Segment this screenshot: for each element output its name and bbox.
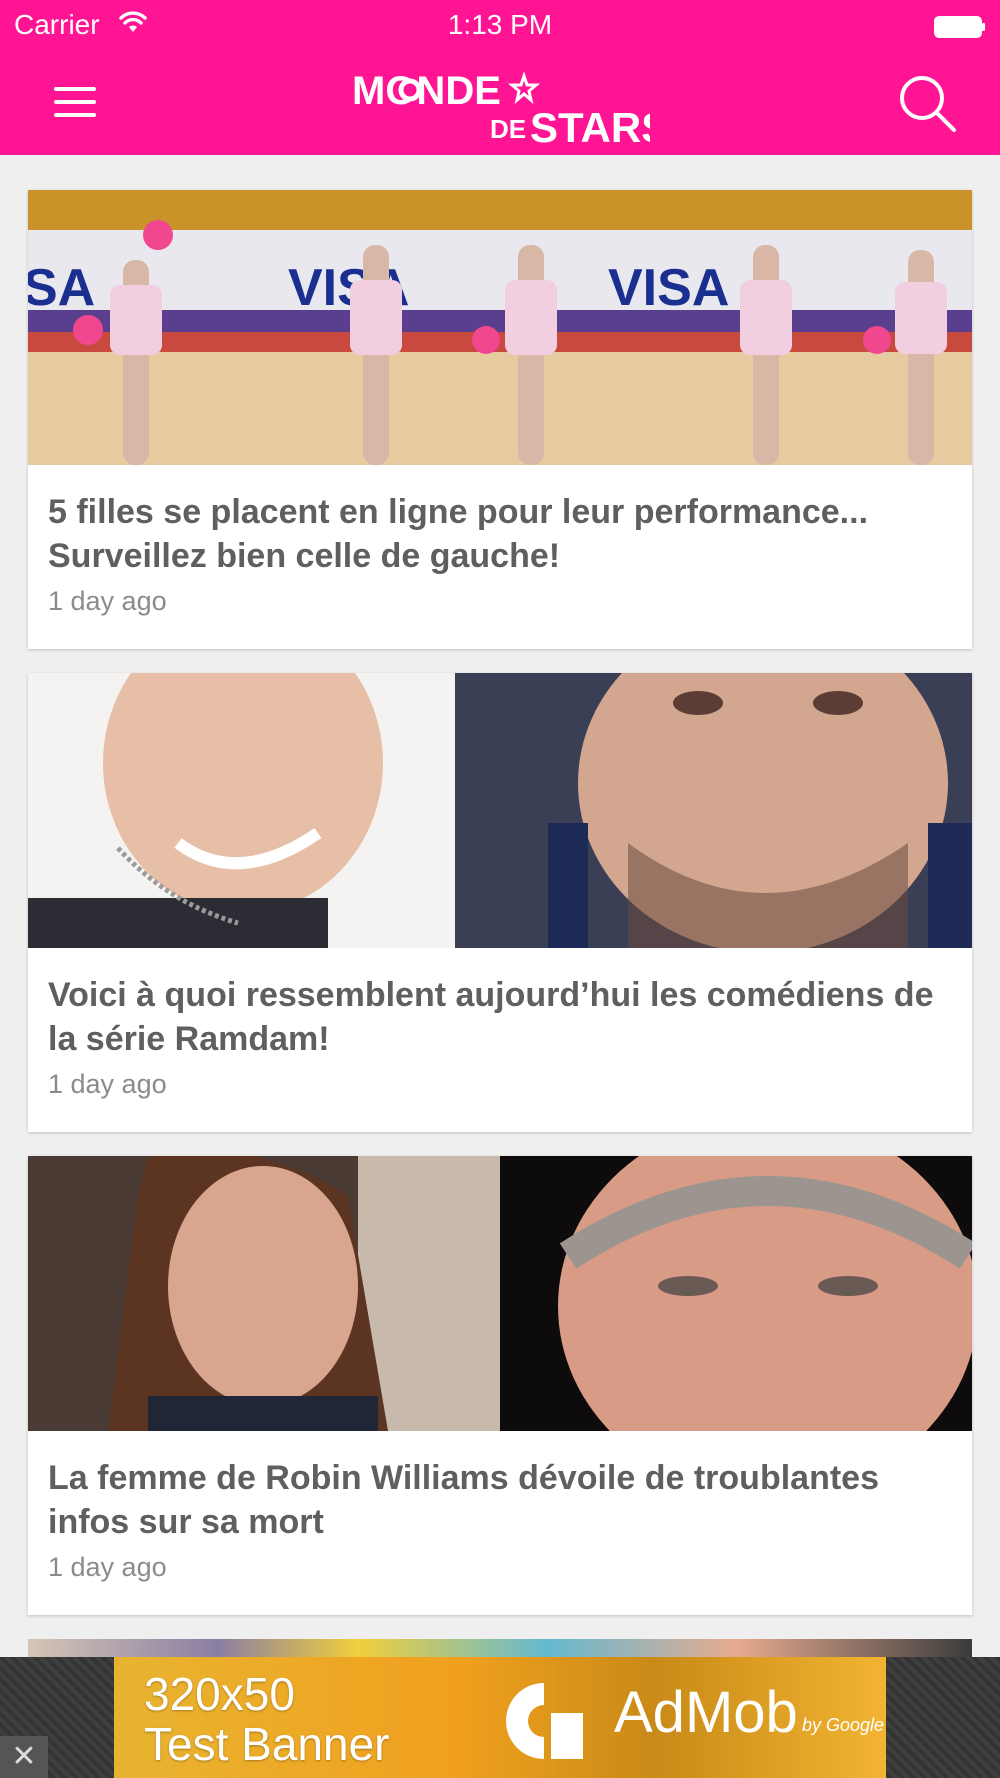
article-card[interactable]: La femme de Robin Williams dévoile de tr… xyxy=(28,1156,972,1615)
star-icon xyxy=(507,71,541,105)
close-ad-button[interactable]: ✕ xyxy=(0,1736,48,1778)
article-title[interactable]: 5 filles se placent en ligne pour leur p… xyxy=(48,490,958,578)
ad-size-label: 320x50 xyxy=(144,1668,295,1720)
article-timestamp: 1 day ago xyxy=(48,586,167,616)
article-card[interactable]: SA VISA VISA 5 filles se placent en lign… xyxy=(28,190,972,649)
svg-text:VISA: VISA xyxy=(608,259,729,317)
ad-by-google: by Google xyxy=(802,1715,885,1735)
admob-logo-icon xyxy=(499,1675,594,1765)
ad-text: 320x50 Test Banner xyxy=(144,1669,389,1769)
nav-bar: MONDE DE STARS xyxy=(0,50,1000,155)
battery-icon xyxy=(934,13,986,38)
logo-text-stars: STARS xyxy=(530,104,650,146)
ad-banner[interactable]: 320x50 Test Banner AdMob by Google xyxy=(114,1657,886,1778)
logo-text-de: DE xyxy=(490,114,526,144)
app-logo[interactable]: MONDE DE STARS xyxy=(350,66,669,151)
status-bar: Carrier 1:13 PM xyxy=(0,0,1000,50)
article-card[interactable]: Voici à quoi ressemblent aujourd’hui les… xyxy=(28,673,972,1132)
article-image-actors xyxy=(28,673,972,948)
article-timestamp: 1 day ago xyxy=(48,1552,167,1582)
logo-text-monde: MONDE xyxy=(352,69,501,113)
menu-line xyxy=(54,100,96,104)
svg-text:SA: SA xyxy=(28,259,95,317)
article-feed: SA VISA VISA 5 filles se placent en lign… xyxy=(28,190,972,1679)
logo-dot xyxy=(398,78,422,102)
menu-line xyxy=(54,87,96,91)
ad-brand: AdMob xyxy=(614,1680,798,1745)
article-image-robin-williams xyxy=(28,1156,972,1431)
hamburger-menu-button[interactable] xyxy=(44,78,106,128)
clock: 1:13 PM xyxy=(447,9,553,40)
article-title[interactable]: Voici à quoi ressemblent aujourd’hui les… xyxy=(48,973,958,1061)
search-button[interactable] xyxy=(894,70,960,136)
search-icon xyxy=(900,76,956,132)
article-title[interactable]: La femme de Robin Williams dévoile de tr… xyxy=(48,1456,958,1544)
ad-area: 320x50 Test Banner AdMob by Google ✕ xyxy=(0,1657,1000,1778)
menu-line xyxy=(54,113,96,117)
article-timestamp: 1 day ago xyxy=(48,1069,167,1099)
ad-test-label: Test Banner xyxy=(144,1718,390,1770)
article-image-gymnasts: SA VISA VISA xyxy=(28,190,972,465)
